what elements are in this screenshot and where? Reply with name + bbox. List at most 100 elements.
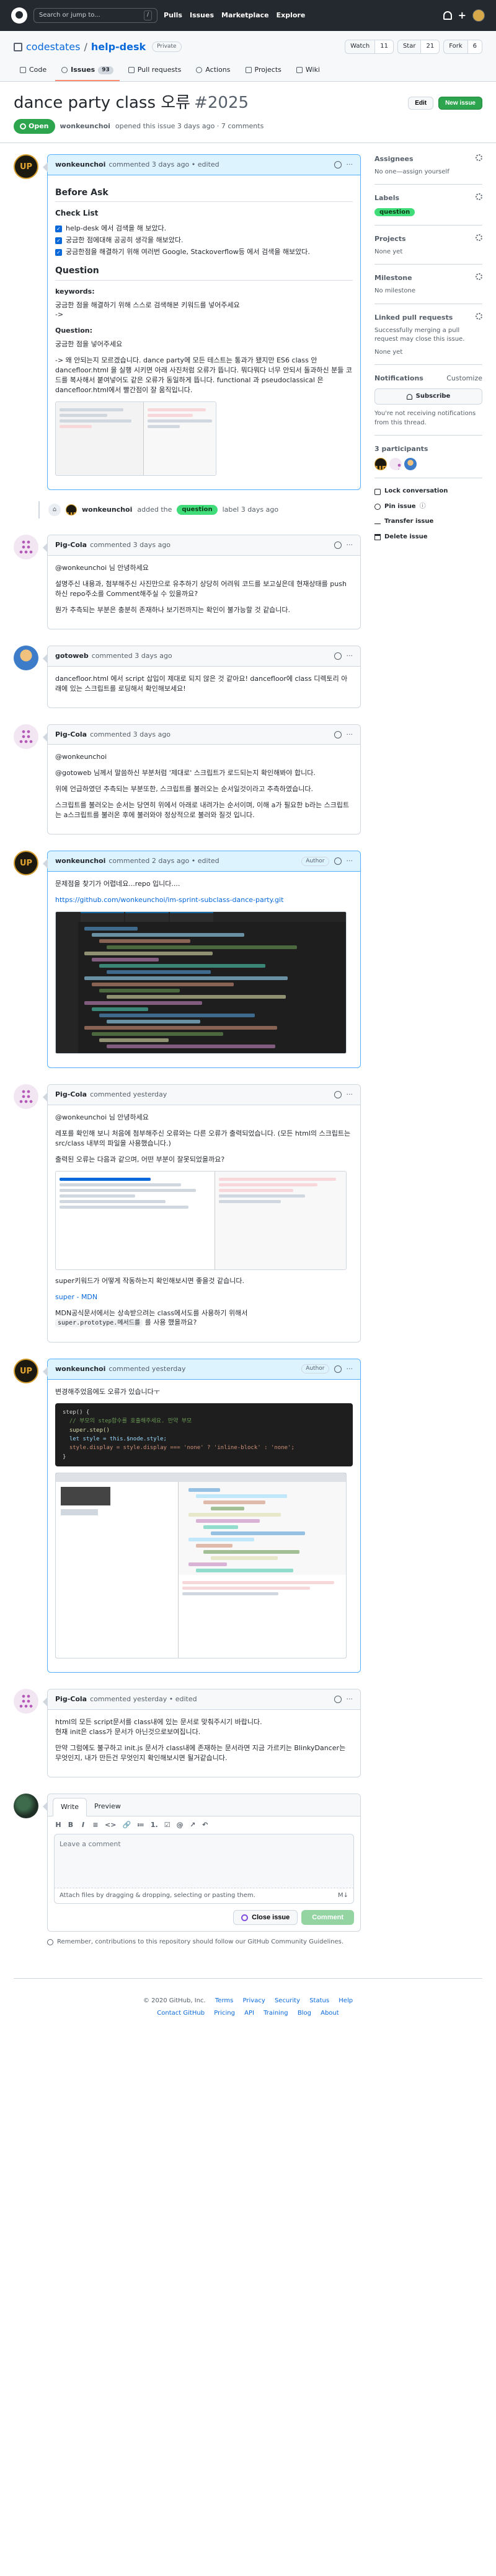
footer-link[interactable]: About [321, 2010, 339, 2017]
attach-files-area[interactable]: Attach files by dragging & dropping, sel… [54, 1888, 354, 1904]
delete-issue-action[interactable]: Delete issue [374, 533, 482, 542]
participant-avatar[interactable] [389, 458, 402, 471]
participant-avatar[interactable] [404, 458, 417, 471]
footer-link[interactable]: Contact GitHub [157, 2010, 205, 2017]
avatar[interactable] [14, 851, 38, 876]
gear-icon[interactable] [476, 312, 482, 320]
gear-icon[interactable] [476, 273, 482, 281]
add-reaction-icon[interactable] [334, 541, 342, 549]
projects-title[interactable]: Projects [374, 234, 406, 244]
bold-icon[interactable]: B [68, 1820, 74, 1830]
kebab-menu-icon[interactable]: ··· [347, 160, 353, 170]
kebab-menu-icon[interactable]: ··· [347, 651, 353, 661]
assignees-title[interactable]: Assignees [374, 154, 414, 164]
tab-write[interactable]: Write [53, 1797, 87, 1816]
tab-issues[interactable]: Issues 93 [55, 61, 120, 82]
footer-link[interactable]: Security [275, 1997, 300, 2004]
kebab-menu-icon[interactable]: ··· [347, 1364, 353, 1374]
comment-meta[interactable]: commented 3 days ago [92, 651, 172, 661]
link-icon[interactable]: 🔗 [122, 1820, 131, 1830]
error-screenshot-image[interactable] [55, 401, 216, 476]
fork-button[interactable]: Fork 6 [443, 40, 482, 54]
comment-meta[interactable]: commented 3 days ago [90, 540, 170, 550]
sidebar-question-label[interactable]: question [374, 208, 415, 217]
kebab-menu-icon[interactable]: ··· [347, 540, 353, 550]
add-reaction-icon[interactable] [334, 857, 342, 865]
kebab-menu-icon[interactable]: ··· [347, 730, 353, 740]
footer-link[interactable]: Blog [298, 2010, 311, 2017]
add-reaction-icon[interactable] [334, 1365, 342, 1373]
participant-avatar[interactable] [374, 458, 387, 471]
tab-pull-requests[interactable]: Pull requests [122, 61, 188, 81]
linked-prs-title[interactable]: Linked pull requests [374, 313, 453, 323]
comment-author[interactable]: gotoweb [55, 651, 89, 661]
tab-projects[interactable]: Projects [239, 61, 288, 81]
unordered-list-icon[interactable]: ≔ [137, 1820, 144, 1830]
gear-icon[interactable] [476, 234, 482, 241]
italic-icon[interactable]: I [80, 1820, 86, 1830]
comment-author[interactable]: wonkeunchoi [55, 856, 105, 866]
kebab-menu-icon[interactable]: ··· [347, 1694, 353, 1704]
watch-button[interactable]: Watch 11 [345, 40, 394, 54]
edit-title-button[interactable]: Edit [408, 97, 434, 110]
code-icon[interactable]: <> [105, 1820, 116, 1830]
avatar[interactable] [14, 645, 38, 670]
avatar[interactable] [14, 1793, 38, 1818]
close-issue-button[interactable]: Close issue [233, 1910, 298, 1925]
nav-explore[interactable]: Explore [277, 11, 306, 20]
reply-icon[interactable]: ↶ [202, 1820, 208, 1830]
notifications-bell-icon[interactable] [443, 11, 452, 20]
lock-conversation-action[interactable]: Lock conversation [374, 487, 482, 496]
comment-author[interactable]: wonkeunchoi [55, 160, 105, 170]
transfer-issue-action[interactable]: Transfer issue [374, 517, 482, 527]
kebab-menu-icon[interactable]: ··· [347, 1090, 353, 1100]
github-logo-icon[interactable] [11, 7, 27, 24]
create-new-plus-icon[interactable]: + [458, 8, 466, 22]
footer-link[interactable]: Pricing [214, 2010, 235, 2017]
add-reaction-icon[interactable] [334, 1090, 342, 1098]
avatar[interactable] [66, 504, 77, 516]
repo-owner-link[interactable]: codestates [26, 40, 80, 54]
add-reaction-icon[interactable] [334, 1696, 342, 1704]
question-label[interactable]: question [177, 504, 218, 515]
user-avatar-menu[interactable] [472, 9, 485, 22]
new-issue-button[interactable]: New issue [438, 97, 482, 110]
comment-meta[interactable]: commented yesterday • edited [90, 1694, 197, 1704]
avatar[interactable] [14, 1689, 38, 1714]
mention-icon[interactable]: @ [177, 1820, 184, 1830]
comment-meta[interactable]: commented 3 days ago • edited [108, 160, 219, 170]
quote-icon[interactable]: ≡ [92, 1820, 99, 1830]
checkbox-checked-icon[interactable]: ✓ [55, 248, 62, 256]
repo-link[interactable]: https://github.com/wonkeunchoi/im-sprint… [55, 896, 283, 904]
ordered-list-icon[interactable]: 1. [151, 1820, 158, 1830]
error-screenshot-image[interactable] [55, 1170, 347, 1270]
task-list-icon[interactable]: ☑ [164, 1820, 170, 1830]
checkbox-checked-icon[interactable]: ✓ [55, 237, 62, 244]
star-button[interactable]: Star 21 [397, 40, 440, 54]
subscribe-button[interactable]: Subscribe [374, 388, 482, 405]
comment-author[interactable]: Pig-Cola [55, 540, 87, 550]
mdn-super-link[interactable]: super - MDN [55, 1293, 97, 1301]
comment-meta[interactable]: commented yesterday [108, 1364, 185, 1374]
footer-link[interactable]: Help [339, 1997, 353, 2004]
comment-author[interactable]: Pig-Cola [55, 730, 87, 740]
avatar[interactable] [14, 1084, 38, 1109]
guidelines-text[interactable]: Remember, contributions to this reposito… [57, 1938, 343, 1947]
devtools-screenshot-image[interactable] [55, 1473, 347, 1659]
issue-author-link[interactable]: wonkeunchoi [60, 121, 110, 131]
tab-actions[interactable]: Actions [190, 61, 236, 81]
footer-link[interactable]: API [244, 2010, 254, 2017]
add-reaction-icon[interactable] [334, 160, 342, 169]
add-reaction-icon[interactable] [334, 730, 342, 738]
tab-preview[interactable]: Preview [87, 1798, 128, 1816]
footer-link[interactable]: Privacy [243, 1997, 265, 2004]
kebab-menu-icon[interactable]: ··· [347, 856, 353, 866]
nav-marketplace[interactable]: Marketplace [221, 11, 269, 20]
fork-count[interactable]: 6 [467, 40, 482, 53]
customize-link[interactable]: Customize [446, 374, 482, 383]
star-count[interactable]: 21 [420, 40, 440, 53]
tab-code[interactable]: Code [14, 61, 53, 81]
gear-icon[interactable] [476, 154, 482, 161]
tab-wiki[interactable]: Wiki [290, 61, 326, 81]
comment-textarea[interactable]: Leave a comment [54, 1833, 354, 1888]
